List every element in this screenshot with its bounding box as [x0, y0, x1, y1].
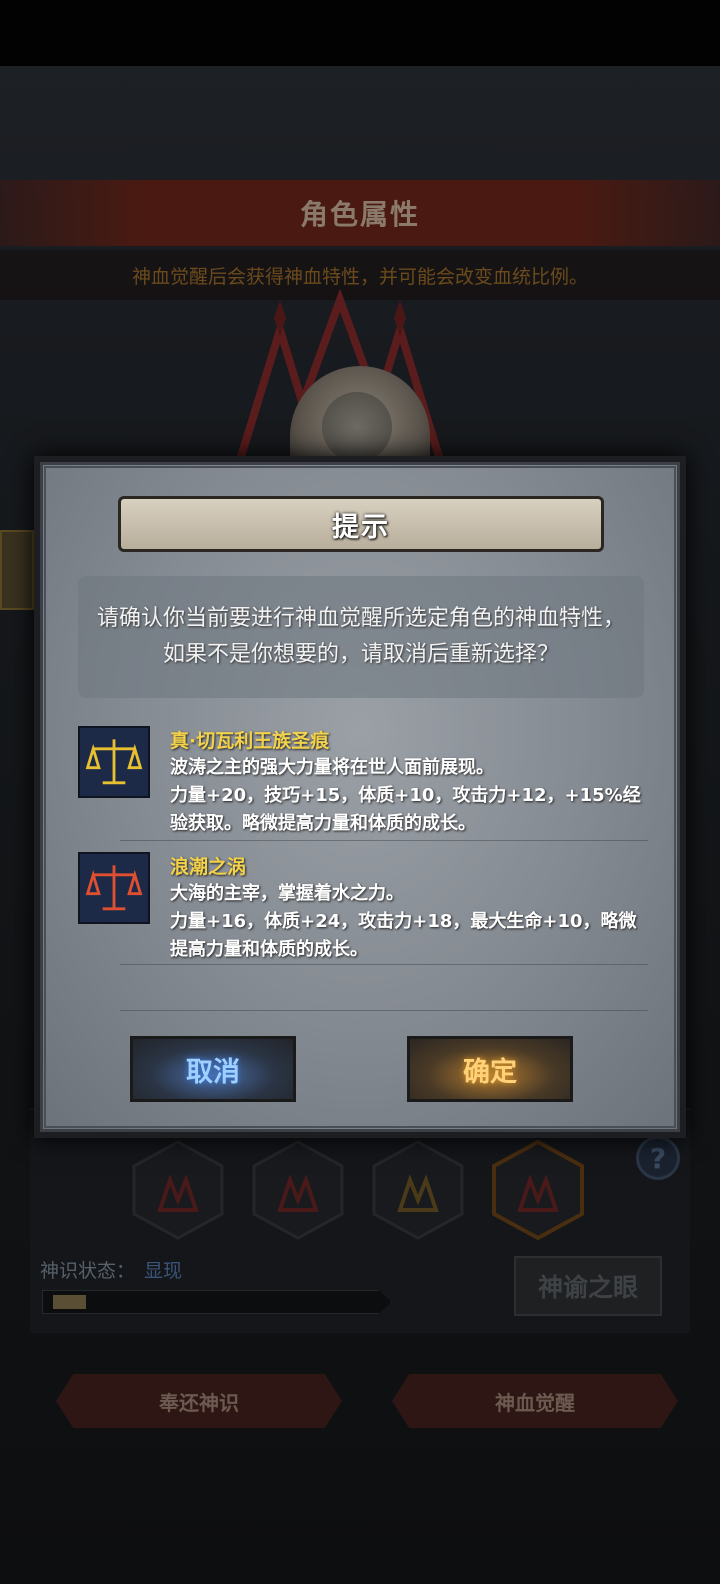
golden-scales-icon — [78, 726, 150, 798]
dialog-header: 提示 — [118, 496, 604, 552]
trait-stats: 力量+16，体质+24，攻击力+18，最大生命+10，略微提高力量和体质的成长。 — [170, 911, 637, 960]
cancel-button[interactable]: 取消 — [130, 1036, 296, 1102]
trait-divider — [120, 964, 648, 965]
trait-divider — [120, 1010, 648, 1011]
confirm-button[interactable]: 确定 — [407, 1036, 573, 1102]
trait-item: 真·切瓦利王族圣痕 波涛之主的强大力量将在世人面前展现。 力量+20，技巧+15… — [78, 726, 648, 836]
trait-description: 波涛之主的强大力量将在世人面前展现。 — [170, 757, 494, 778]
red-scales-icon — [78, 852, 150, 924]
trait-divider — [120, 840, 648, 841]
trait-name: 真·切瓦利王族圣痕 — [170, 730, 330, 752]
dialog-message-box: 请确认你当前要进行神血觉醒所选定角色的神血特性，如果不是你想要的，请取消后重新选… — [78, 576, 644, 698]
confirm-dialog: 提示 请确认你当前要进行神血觉醒所选定角色的神血特性，如果不是你想要的，请取消后… — [34, 456, 686, 1138]
trait-description: 大海的主宰，掌握着水之力。 — [170, 883, 404, 904]
trait-item: 浪潮之涡 大海的主宰，掌握着水之力。 力量+16，体质+24，攻击力+18，最大… — [78, 852, 648, 962]
dialog-title: 提示 — [332, 511, 390, 543]
dialog-message: 请确认你当前要进行神血觉醒所选定角色的神血特性，如果不是你想要的，请取消后重新选… — [96, 606, 625, 667]
trait-stats: 力量+20，技巧+15，体质+10，攻击力+12，+15%经验获取。略微提高力量… — [170, 785, 641, 834]
trait-name: 浪潮之涡 — [170, 856, 247, 878]
